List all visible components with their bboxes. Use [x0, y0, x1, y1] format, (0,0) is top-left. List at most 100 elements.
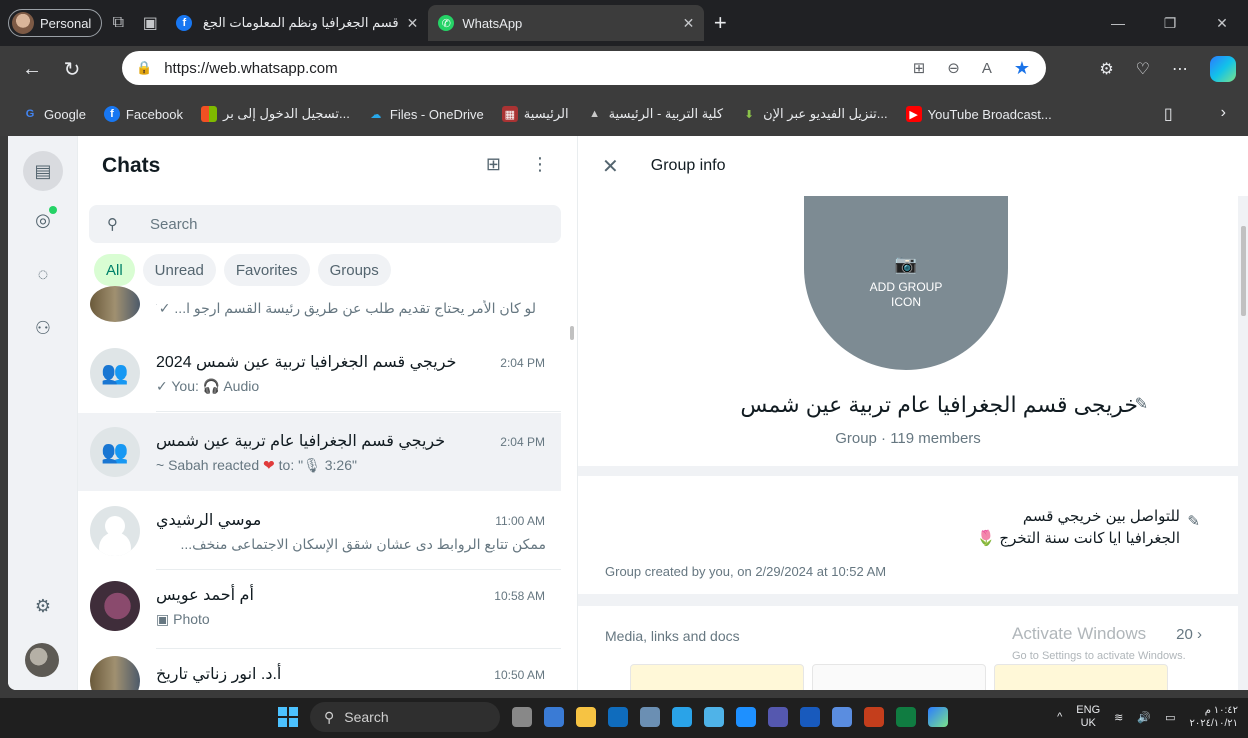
- teams-icon[interactable]: [768, 707, 788, 727]
- bookmark-faculty[interactable]: ▲ كلية التربية - الرئيسية: [587, 106, 723, 122]
- taskbar-search[interactable]: ⚲ Search: [310, 702, 500, 732]
- channels-nav-icon[interactable]: ◌: [23, 254, 63, 294]
- restore-icon[interactable]: ❐: [1144, 0, 1196, 46]
- add-group-icon-button[interactable]: 📷 ADD GROUP ICON: [804, 196, 1008, 370]
- filter-all[interactable]: All: [94, 254, 135, 286]
- windows-start-icon[interactable]: [278, 707, 298, 727]
- media-thumbnail[interactable]: [630, 664, 804, 690]
- bookmark-login[interactable]: تسجيل الدخول إلى بر...: [201, 106, 350, 122]
- edge-browser-icon[interactable]: [928, 707, 948, 727]
- volume-icon[interactable]: 🔊: [1137, 711, 1151, 724]
- activate-windows-subtext: Go to Settings to activate Windows.: [1012, 650, 1186, 662]
- browser-essentials-icon[interactable]: ♡: [1136, 59, 1150, 79]
- new-tab-button[interactable]: +: [704, 10, 736, 36]
- reload-button[interactable]: ↻: [52, 49, 92, 89]
- app-icon[interactable]: [832, 707, 852, 727]
- wifi-icon[interactable]: ≋: [1114, 711, 1123, 724]
- filter-favorites[interactable]: Favorites: [223, 254, 310, 286]
- edit-pencil-icon[interactable]: ✎: [1135, 394, 1148, 414]
- more-menu-icon[interactable]: ⋯: [1172, 59, 1188, 79]
- profile-button[interactable]: Personal: [8, 9, 103, 37]
- chat-row[interactable]: أ.د. انور زناتي تاريخ 10:50 AM: [78, 650, 561, 690]
- teams-chat-icon[interactable]: [544, 707, 564, 727]
- chat-name: أم أحمد عويس: [156, 587, 254, 604]
- filter-chips: All Unread Favorites Groups: [94, 254, 391, 286]
- search-input[interactable]: [150, 215, 530, 233]
- word-icon[interactable]: [800, 707, 820, 727]
- outlook-icon[interactable]: [608, 707, 628, 727]
- media-thumbnail[interactable]: [994, 664, 1168, 690]
- chat-row[interactable]: 👥 خريجي قسم الجغرافيا تربية عين شمس 2024…: [78, 334, 561, 412]
- default-avatar-icon: [90, 506, 140, 556]
- edge-app-icon[interactable]: [736, 707, 756, 727]
- tab-actions-icon[interactable]: ▣: [134, 7, 166, 39]
- google-icon: G: [25, 108, 35, 120]
- settings-gear-icon[interactable]: ⚙: [23, 586, 63, 626]
- chat-row-selected[interactable]: 👥 خريجي قسم الجغرافيا عام تربية عين شمس …: [78, 413, 561, 491]
- tab-title: WhatsApp: [462, 15, 523, 31]
- lock-icon[interactable]: 🔒: [136, 60, 152, 76]
- file-explorer-icon[interactable]: [576, 707, 596, 727]
- close-window-icon[interactable]: ✕: [1196, 0, 1248, 46]
- bookmark-onedrive[interactable]: ☁ Files - OneDrive: [368, 106, 483, 122]
- chats-nav-icon[interactable]: ▤: [23, 151, 63, 191]
- download-arrow-icon: ⬇: [744, 108, 754, 121]
- notepad-icon[interactable]: [704, 707, 724, 727]
- bookmark-youtube[interactable]: ▶ YouTube Broadcast...: [905, 106, 1052, 122]
- powerpoint-icon[interactable]: [864, 707, 884, 727]
- tray-chevron-icon[interactable]: ^: [1057, 711, 1062, 723]
- group-info-scrollbar[interactable]: [1238, 196, 1248, 690]
- chat-preview: لو كان الأمر يحتاج تقديم طلب عن طريق رئي…: [156, 300, 536, 316]
- copilot-icon[interactable]: [1210, 56, 1236, 82]
- chat-row[interactable]: موسي الرشيدي 11:00 AM ممكن تتابع الروابط…: [78, 492, 561, 570]
- media-links-docs-link[interactable]: Media, links and docs: [605, 628, 740, 644]
- split-screen-icon[interactable]: ⊞: [913, 59, 926, 77]
- language-indicator[interactable]: ENG UK: [1076, 704, 1100, 730]
- chat-list-scrollbar[interactable]: [567, 296, 577, 686]
- back-button[interactable]: ←: [12, 49, 52, 89]
- bookmark-facebook[interactable]: f Facebook: [103, 106, 183, 122]
- group-avatar-icon: 👥: [90, 427, 140, 477]
- battery-icon[interactable]: ▭: [1165, 711, 1175, 724]
- close-tab-icon[interactable]: ✕: [407, 15, 419, 32]
- media-card: Media, links and docs Activate Windows G…: [578, 606, 1238, 690]
- workspaces-icon[interactable]: ⧉: [102, 7, 134, 39]
- search-bar[interactable]: ⚲: [89, 205, 561, 243]
- read-aloud-icon[interactable]: A: [982, 60, 992, 77]
- favorite-star-icon[interactable]: ★: [1014, 58, 1030, 79]
- bookmark-video-download[interactable]: ⬇ تنزيل الفيديو عبر الإن...: [741, 106, 887, 122]
- filter-unread[interactable]: Unread: [142, 254, 216, 286]
- edit-pencil-icon[interactable]: ✎: [1187, 512, 1200, 530]
- chat-row[interactable]: لو كان الأمر يحتاج تقديم طلب عن طريق رئي…: [78, 286, 561, 332]
- system-tray: ^ ENG UK ≋ 🔊 ▭ ١٠:٤٢ م ٢٠٢٤/١٠/٢١: [1057, 704, 1238, 730]
- profile-avatar[interactable]: [25, 643, 59, 677]
- menu-kebab-icon[interactable]: ⋮: [531, 154, 549, 175]
- clock[interactable]: ١٠:٤٢ م ٢٠٢٤/١٠/٢١: [1189, 704, 1238, 730]
- tab-whatsapp[interactable]: ✆ WhatsApp ✕: [428, 5, 705, 41]
- close-icon[interactable]: ✕: [602, 154, 619, 179]
- bookmark-home[interactable]: ▦ الرئيسية: [501, 106, 569, 122]
- media-count[interactable]: 20 ›: [1176, 626, 1202, 643]
- zoom-icon[interactable]: ⊖: [947, 59, 960, 77]
- group-description: للتواصل بين خريجي قسم الجغرافيا ايا كانت…: [976, 508, 1180, 547]
- extensions-icon[interactable]: ⚙: [1099, 59, 1113, 79]
- chat-row[interactable]: أم أحمد عويس 10:58 AM ▣ Photo: [78, 571, 561, 649]
- minimize-icon[interactable]: —: [1092, 0, 1144, 46]
- media-thumbnail[interactable]: [812, 664, 986, 690]
- new-chat-icon[interactable]: ⊞: [486, 154, 501, 175]
- photos-icon[interactable]: [672, 707, 692, 727]
- taskview-icon[interactable]: [512, 707, 532, 727]
- close-tab-icon[interactable]: ✕: [683, 15, 695, 32]
- excel-icon[interactable]: [896, 707, 916, 727]
- other-favorites-icon[interactable]: ▯: [1164, 104, 1173, 124]
- status-nav-icon[interactable]: ◎: [23, 200, 63, 240]
- bookmarks-chevron-icon[interactable]: ›: [1221, 104, 1226, 124]
- tab-facebook[interactable]: f قسم الجغرافيا ونظم المعلومات الجغ ✕: [166, 5, 428, 41]
- url-field[interactable]: 🔒 https://web.whatsapp.com ⊞ ⊖ A ★: [122, 51, 1046, 85]
- communities-nav-icon[interactable]: ⚇: [23, 308, 63, 348]
- bookmark-google[interactable]: G Google: [22, 106, 86, 122]
- filter-groups[interactable]: Groups: [317, 254, 391, 286]
- settings-app-icon[interactable]: [640, 707, 660, 727]
- activate-windows-watermark: Activate Windows: [1012, 624, 1147, 643]
- windows-taskbar: ⚲ Search ^ ENG UK ≋ 🔊 ▭ ١٠:٤٢ م ٢٠٢٤/١٠/٢١: [0, 698, 1248, 738]
